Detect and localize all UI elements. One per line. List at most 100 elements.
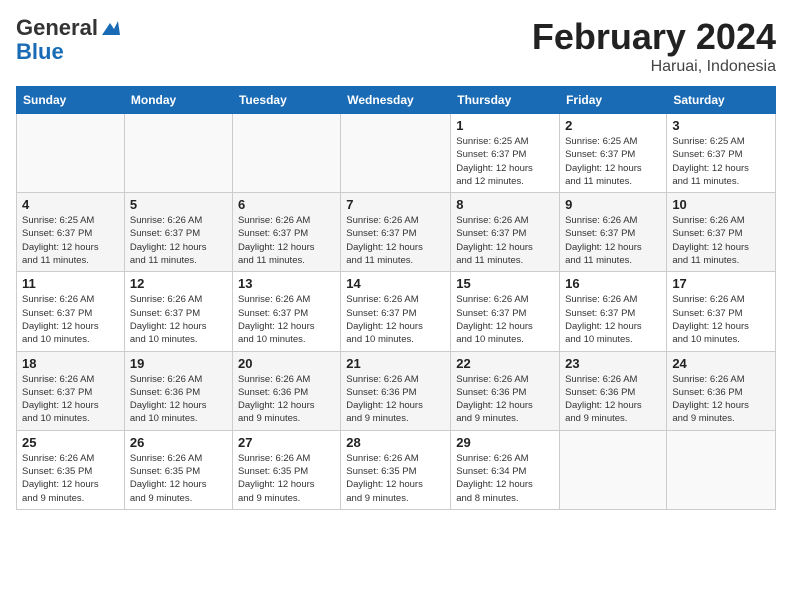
page-subtitle: Haruai, Indonesia xyxy=(532,58,776,76)
calendar-body: 1Sunrise: 6:25 AM Sunset: 6:37 PM Daylig… xyxy=(17,114,776,510)
day-number: 16 xyxy=(565,276,661,291)
calendar-cell: 23 Sunrise: 6:26 AM Sunset: 6:36 PM Dayli… xyxy=(560,351,667,430)
day-info: Sunrise: 6:26 AM Sunset: 6:37 PM Dayligh… xyxy=(456,214,554,267)
day-info: Sunrise: 6:26 AM Sunset: 6:36 PM Dayligh… xyxy=(346,373,445,426)
day-info: Sunrise: 6:26 AM Sunset: 6:37 PM Dayligh… xyxy=(22,293,119,346)
day-number: 10 xyxy=(672,197,770,212)
day-info: Sunrise: 6:25 AM Sunset: 6:37 PM Dayligh… xyxy=(565,135,661,188)
calendar-cell: 22 Sunrise: 6:26 AM Sunset: 6:36 PM Dayli… xyxy=(451,351,560,430)
calendar-cell: 19 Sunrise: 6:26 AM Sunset: 6:36 PM Dayli… xyxy=(124,351,232,430)
calendar-cell xyxy=(232,114,340,193)
day-number: 27 xyxy=(238,435,335,450)
day-number: 26 xyxy=(130,435,227,450)
logo-text-general: General xyxy=(16,16,98,40)
calendar-cell: 8Sunrise: 6:26 AM Sunset: 6:37 PM Daylig… xyxy=(451,193,560,272)
calendar-cell: 10 Sunrise: 6:26 AM Sunset: 6:37 PM Dayli… xyxy=(667,193,776,272)
calendar-table: SundayMondayTuesdayWednesdayThursdayFrid… xyxy=(16,86,776,510)
calendar-cell: 6 Sunrise: 6:26 AM Sunset: 6:37 PM Daylig… xyxy=(232,193,340,272)
day-info: Sunrise: 6:26 AM Sunset: 6:36 PM Dayligh… xyxy=(456,373,554,426)
col-header-sunday: Sunday xyxy=(17,87,125,114)
calendar-cell: 28 Sunrise: 6:26 AM Sunset: 6:35 PM Dayli… xyxy=(341,430,451,509)
day-number: 12 xyxy=(130,276,227,291)
day-number: 11 xyxy=(22,276,119,291)
day-number: 22 xyxy=(456,356,554,371)
calendar-cell xyxy=(667,430,776,509)
calendar-cell: 5 Sunrise: 6:26 AM Sunset: 6:37 PM Daylig… xyxy=(124,193,232,272)
day-info: Sunrise: 6:26 AM Sunset: 6:37 PM Dayligh… xyxy=(565,293,661,346)
calendar-cell: 17 Sunrise: 6:26 AM Sunset: 6:37 PM Dayli… xyxy=(667,272,776,351)
page-title: February 2024 xyxy=(532,16,776,58)
day-info: Sunrise: 6:26 AM Sunset: 6:35 PM Dayligh… xyxy=(238,452,335,505)
day-number: 3 xyxy=(672,118,770,133)
day-number: 5 xyxy=(130,197,227,212)
col-header-saturday: Saturday xyxy=(667,87,776,114)
day-info: Sunrise: 6:25 AM Sunset: 6:37 PM Dayligh… xyxy=(456,135,554,188)
day-info: Sunrise: 6:26 AM Sunset: 6:35 PM Dayligh… xyxy=(346,452,445,505)
week-row-3: 18Sunrise: 6:26 AM Sunset: 6:37 PM Dayli… xyxy=(17,351,776,430)
calendar-cell: 1Sunrise: 6:25 AM Sunset: 6:37 PM Daylig… xyxy=(451,114,560,193)
day-number: 28 xyxy=(346,435,445,450)
logo: General Blue xyxy=(16,16,122,64)
calendar-cell: 2 Sunrise: 6:25 AM Sunset: 6:37 PM Daylig… xyxy=(560,114,667,193)
day-info: Sunrise: 6:26 AM Sunset: 6:37 PM Dayligh… xyxy=(238,214,335,267)
day-info: Sunrise: 6:25 AM Sunset: 6:37 PM Dayligh… xyxy=(22,214,119,267)
day-number: 17 xyxy=(672,276,770,291)
day-info: Sunrise: 6:26 AM Sunset: 6:37 PM Dayligh… xyxy=(130,214,227,267)
calendar-cell: 11 Sunrise: 6:26 AM Sunset: 6:37 PM Dayli… xyxy=(17,272,125,351)
day-info: Sunrise: 6:26 AM Sunset: 6:34 PM Dayligh… xyxy=(456,452,554,505)
calendar-header-row: SundayMondayTuesdayWednesdayThursdayFrid… xyxy=(17,87,776,114)
calendar-cell: 4Sunrise: 6:25 AM Sunset: 6:37 PM Daylig… xyxy=(17,193,125,272)
day-number: 2 xyxy=(565,118,661,133)
day-info: Sunrise: 6:26 AM Sunset: 6:35 PM Dayligh… xyxy=(22,452,119,505)
day-info: Sunrise: 6:25 AM Sunset: 6:37 PM Dayligh… xyxy=(672,135,770,188)
week-row-2: 11 Sunrise: 6:26 AM Sunset: 6:37 PM Dayli… xyxy=(17,272,776,351)
calendar-cell xyxy=(560,430,667,509)
calendar-cell: 15Sunrise: 6:26 AM Sunset: 6:37 PM Dayli… xyxy=(451,272,560,351)
day-number: 20 xyxy=(238,356,335,371)
calendar-cell xyxy=(124,114,232,193)
logo-bird-icon xyxy=(100,19,122,37)
day-info: Sunrise: 6:26 AM Sunset: 6:37 PM Dayligh… xyxy=(238,293,335,346)
day-info: Sunrise: 6:26 AM Sunset: 6:36 PM Dayligh… xyxy=(565,373,661,426)
calendar-cell: 7Sunrise: 6:26 AM Sunset: 6:37 PM Daylig… xyxy=(341,193,451,272)
col-header-tuesday: Tuesday xyxy=(232,87,340,114)
calendar-cell: 12 Sunrise: 6:26 AM Sunset: 6:37 PM Dayli… xyxy=(124,272,232,351)
page-header: General Blue February 2024 Haruai, Indon… xyxy=(16,16,776,76)
calendar-cell: 18Sunrise: 6:26 AM Sunset: 6:37 PM Dayli… xyxy=(17,351,125,430)
day-number: 29 xyxy=(456,435,554,450)
week-row-0: 1Sunrise: 6:25 AM Sunset: 6:37 PM Daylig… xyxy=(17,114,776,193)
day-number: 23 xyxy=(565,356,661,371)
day-info: Sunrise: 6:26 AM Sunset: 6:37 PM Dayligh… xyxy=(672,214,770,267)
col-header-wednesday: Wednesday xyxy=(341,87,451,114)
day-info: Sunrise: 6:26 AM Sunset: 6:37 PM Dayligh… xyxy=(130,293,227,346)
calendar-cell: 24Sunrise: 6:26 AM Sunset: 6:36 PM Dayli… xyxy=(667,351,776,430)
calendar-cell: 27 Sunrise: 6:26 AM Sunset: 6:35 PM Dayli… xyxy=(232,430,340,509)
calendar-cell: 16 Sunrise: 6:26 AM Sunset: 6:37 PM Dayli… xyxy=(560,272,667,351)
day-info: Sunrise: 6:26 AM Sunset: 6:37 PM Dayligh… xyxy=(346,214,445,267)
week-row-1: 4Sunrise: 6:25 AM Sunset: 6:37 PM Daylig… xyxy=(17,193,776,272)
title-block: February 2024 Haruai, Indonesia xyxy=(532,16,776,76)
day-number: 13 xyxy=(238,276,335,291)
day-info: Sunrise: 6:26 AM Sunset: 6:35 PM Dayligh… xyxy=(130,452,227,505)
calendar-cell: 20 Sunrise: 6:26 AM Sunset: 6:36 PM Dayli… xyxy=(232,351,340,430)
calendar-cell: 13 Sunrise: 6:26 AM Sunset: 6:37 PM Dayli… xyxy=(232,272,340,351)
day-number: 18 xyxy=(22,356,119,371)
day-number: 14 xyxy=(346,276,445,291)
logo-text-blue: Blue xyxy=(16,40,64,64)
day-number: 9 xyxy=(565,197,661,212)
day-number: 6 xyxy=(238,197,335,212)
day-info: Sunrise: 6:26 AM Sunset: 6:36 PM Dayligh… xyxy=(130,373,227,426)
calendar-cell: 26 Sunrise: 6:26 AM Sunset: 6:35 PM Dayli… xyxy=(124,430,232,509)
calendar-cell: 14Sunrise: 6:26 AM Sunset: 6:37 PM Dayli… xyxy=(341,272,451,351)
calendar-cell: 9Sunrise: 6:26 AM Sunset: 6:37 PM Daylig… xyxy=(560,193,667,272)
day-info: Sunrise: 6:26 AM Sunset: 6:37 PM Dayligh… xyxy=(672,293,770,346)
day-number: 25 xyxy=(22,435,119,450)
calendar-cell xyxy=(17,114,125,193)
col-header-friday: Friday xyxy=(560,87,667,114)
day-number: 21 xyxy=(346,356,445,371)
day-info: Sunrise: 6:26 AM Sunset: 6:36 PM Dayligh… xyxy=(238,373,335,426)
calendar-cell: 21 Sunrise: 6:26 AM Sunset: 6:36 PM Dayli… xyxy=(341,351,451,430)
day-info: Sunrise: 6:26 AM Sunset: 6:36 PM Dayligh… xyxy=(672,373,770,426)
col-header-monday: Monday xyxy=(124,87,232,114)
day-number: 19 xyxy=(130,356,227,371)
